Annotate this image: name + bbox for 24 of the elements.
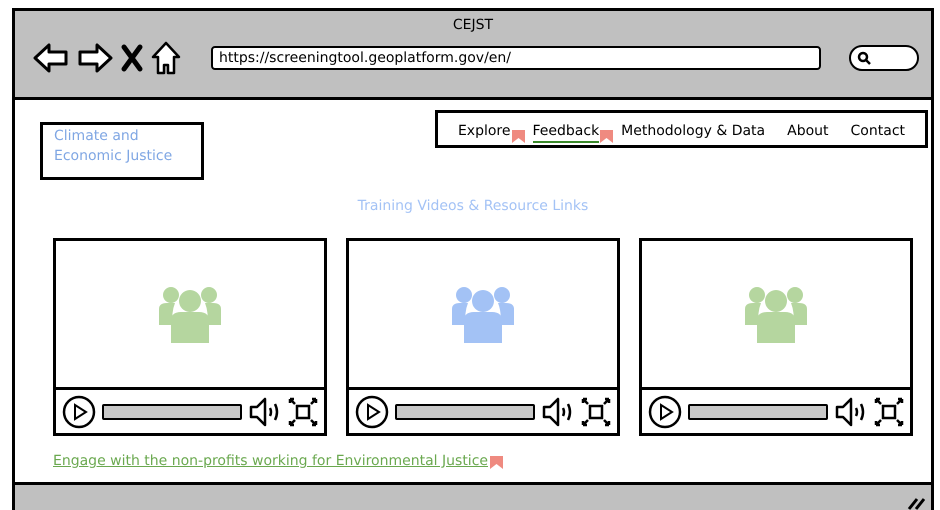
nav-link[interactable]: About — [787, 122, 829, 138]
nav-link[interactable]: Explore — [458, 122, 510, 138]
nav-link[interactable]: Methodology & Data — [621, 122, 766, 138]
play-icon[interactable] — [648, 394, 682, 428]
fullscreen-icon[interactable] — [874, 396, 904, 426]
progress-track[interactable] — [688, 404, 828, 420]
window-title: CEJST — [452, 16, 494, 33]
nav-link[interactable]: Contact — [850, 122, 905, 138]
stop-icon[interactable] — [121, 44, 143, 72]
nav-link[interactable]: Feedback — [532, 122, 600, 142]
forward-icon[interactable] — [77, 42, 113, 74]
fullscreen-icon[interactable] — [581, 396, 611, 426]
search-field[interactable] — [849, 45, 919, 71]
home-icon[interactable] — [151, 41, 181, 75]
fullscreen-icon[interactable] — [288, 396, 318, 426]
search-icon — [857, 51, 871, 65]
section-heading: Training Videos & Resource Links — [356, 198, 590, 214]
resize-grip-icon[interactable] — [905, 496, 925, 510]
progress-track[interactable] — [395, 404, 535, 420]
progress-track[interactable] — [102, 404, 242, 420]
address-field[interactable]: https://screeningtool.geoplatform.gov/en/ — [211, 46, 821, 70]
back-icon[interactable] — [33, 42, 69, 74]
play-icon[interactable] — [62, 394, 96, 428]
play-icon[interactable] — [355, 394, 389, 428]
